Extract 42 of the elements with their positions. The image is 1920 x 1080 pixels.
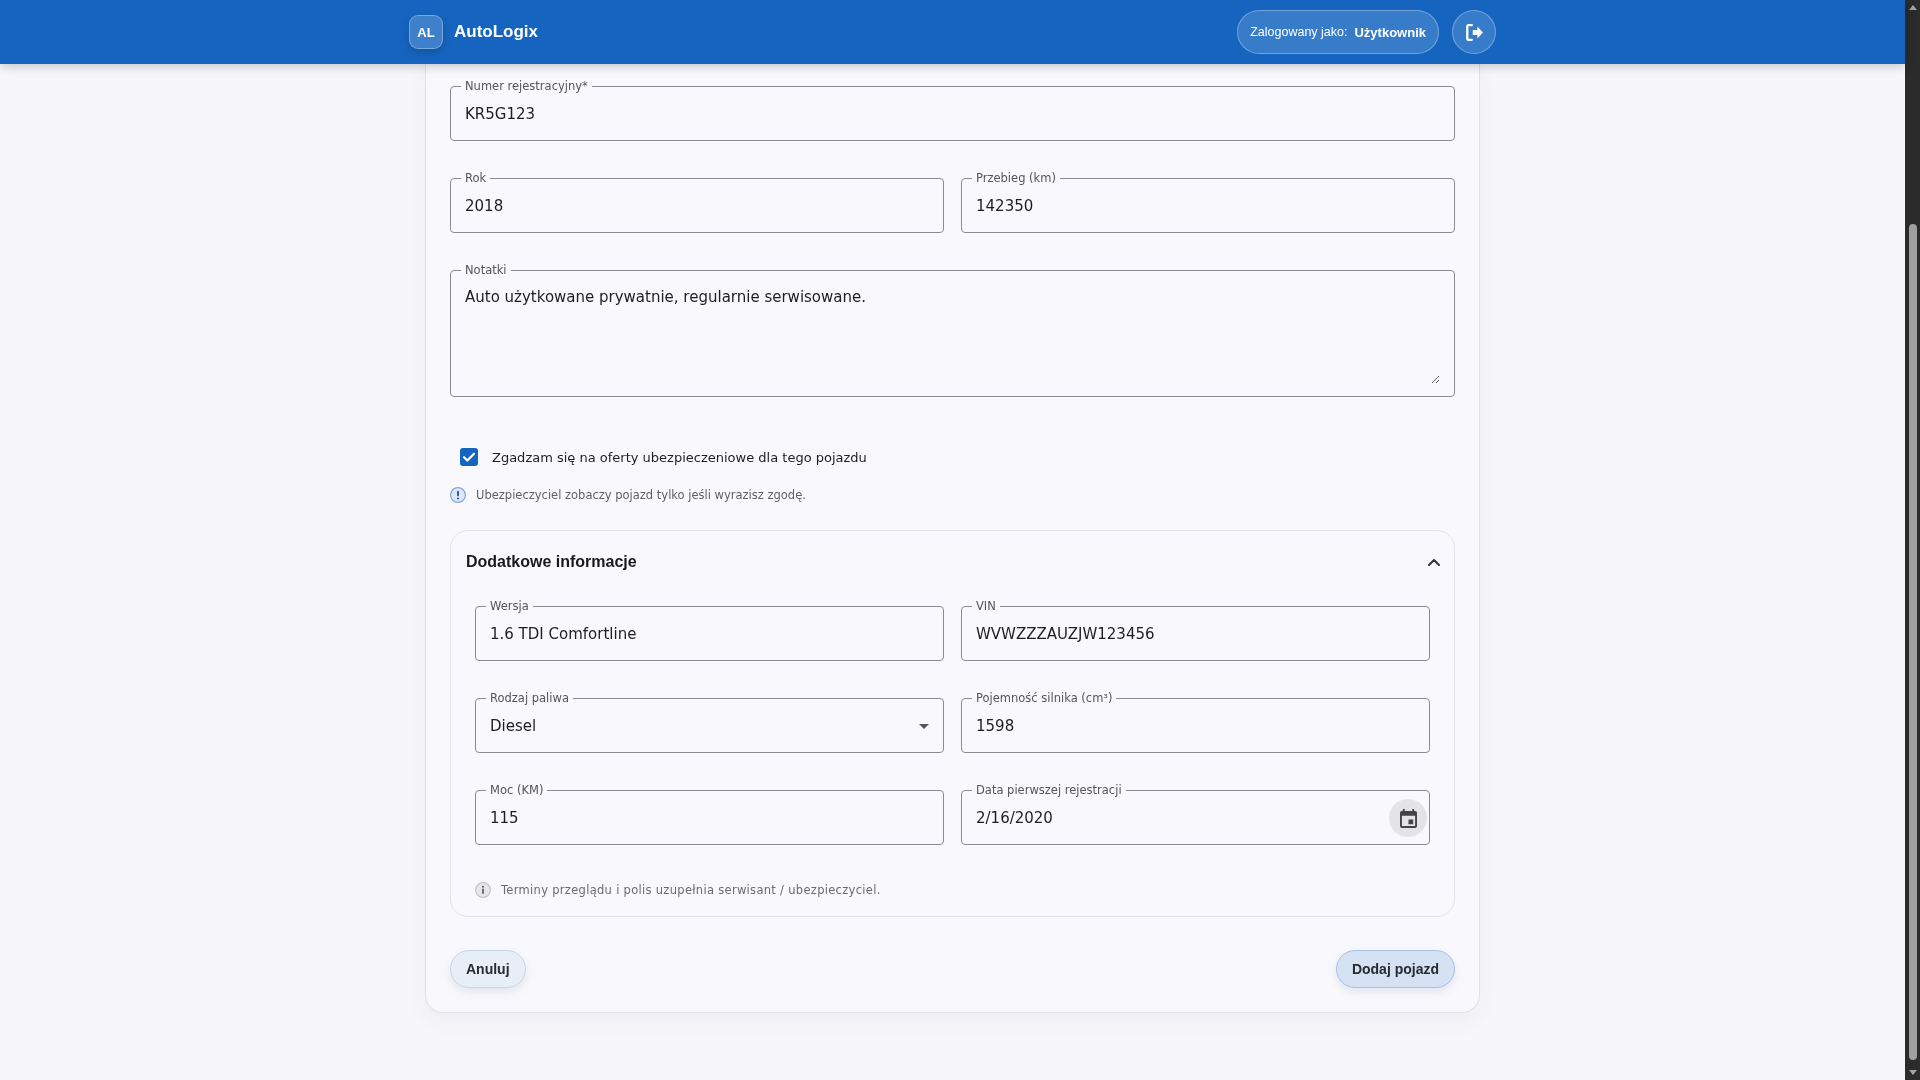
- app-title: AutoLogix: [454, 22, 539, 42]
- arrow-up-icon[interactable]: [1908, 5, 1917, 10]
- logout-icon: [1465, 23, 1483, 41]
- field-label: Data pierwszej rejestracji: [975, 783, 1123, 797]
- logo-badge: AL: [409, 15, 443, 49]
- text-field[interactable]: Pojemność silnika (cm³) 1598: [961, 691, 1430, 753]
- field-label: Moc (KM): [489, 783, 545, 797]
- user-label: Zalogowany jako:: [1250, 25, 1348, 39]
- text-field[interactable]: Wersja 1.6 TDI Comfortline: [475, 599, 944, 661]
- field-label: Przebieg (km): [975, 171, 1057, 185]
- arrow-down-icon[interactable]: [1908, 1070, 1917, 1075]
- field-label: Rodzaj paliwa: [489, 691, 570, 705]
- field-label: Pojemność silnika (cm³): [975, 691, 1114, 705]
- accordion-toggle[interactable]: Dodatkowe informacje: [451, 531, 1454, 593]
- field-label: Rok: [464, 171, 488, 185]
- field-label: Wersja: [489, 599, 530, 613]
- calendar-icon: [1399, 808, 1417, 828]
- consent-note: Ubezpieczyciel zobaczy pojazd tylko jeśli wyrazisz zgodę.: [476, 488, 806, 502]
- info-icon: [475, 882, 491, 898]
- checkbox[interactable]: [460, 448, 478, 466]
- calendar-button[interactable]: [1389, 799, 1427, 837]
- alert-icon: [450, 487, 466, 503]
- text-field[interactable]: Numer rejestracyjny* KR5G123: [450, 79, 1455, 141]
- text-field[interactable]: Przebieg (km) 142350: [961, 171, 1455, 233]
- text-field[interactable]: Moc (KM) 115: [475, 783, 944, 845]
- scrollbar[interactable]: [1905, 0, 1920, 1080]
- cancel-button[interactable]: Anuluj: [450, 950, 526, 988]
- field-label: Numer rejestracyjny*: [464, 79, 589, 93]
- text-field[interactable]: VIN WVWZZZAUZJW123456: [961, 599, 1430, 661]
- submit-button[interactable]: Dodaj pojazd: [1335, 950, 1455, 988]
- checkbox-label: Zgadzam się na oferty ubezpieczeniowe dla tego pojazdu: [492, 449, 867, 465]
- caret-icon: [919, 723, 929, 729]
- field-label: VIN: [975, 599, 997, 613]
- textarea-field[interactable]: Notatki Auto użytkowane prywatnie, regularnie serwisowane.: [450, 263, 1455, 397]
- user-name: Użytkownik: [1354, 24, 1426, 40]
- logout-button[interactable]: [1452, 10, 1496, 54]
- date-field[interactable]: Data pierwszej rejestracji 2/16/2020: [961, 783, 1430, 845]
- scrollbar-thumb[interactable]: [1908, 224, 1917, 1060]
- details-note: Terminy przeglądu i polis uzupełnia serwisant / ubezpieczyciel.: [501, 883, 881, 897]
- field-label: Notatki: [464, 263, 508, 277]
- text-field[interactable]: Rok 2018: [450, 171, 944, 233]
- select-field[interactable]: Rodzaj paliwa Diesel: [475, 691, 944, 753]
